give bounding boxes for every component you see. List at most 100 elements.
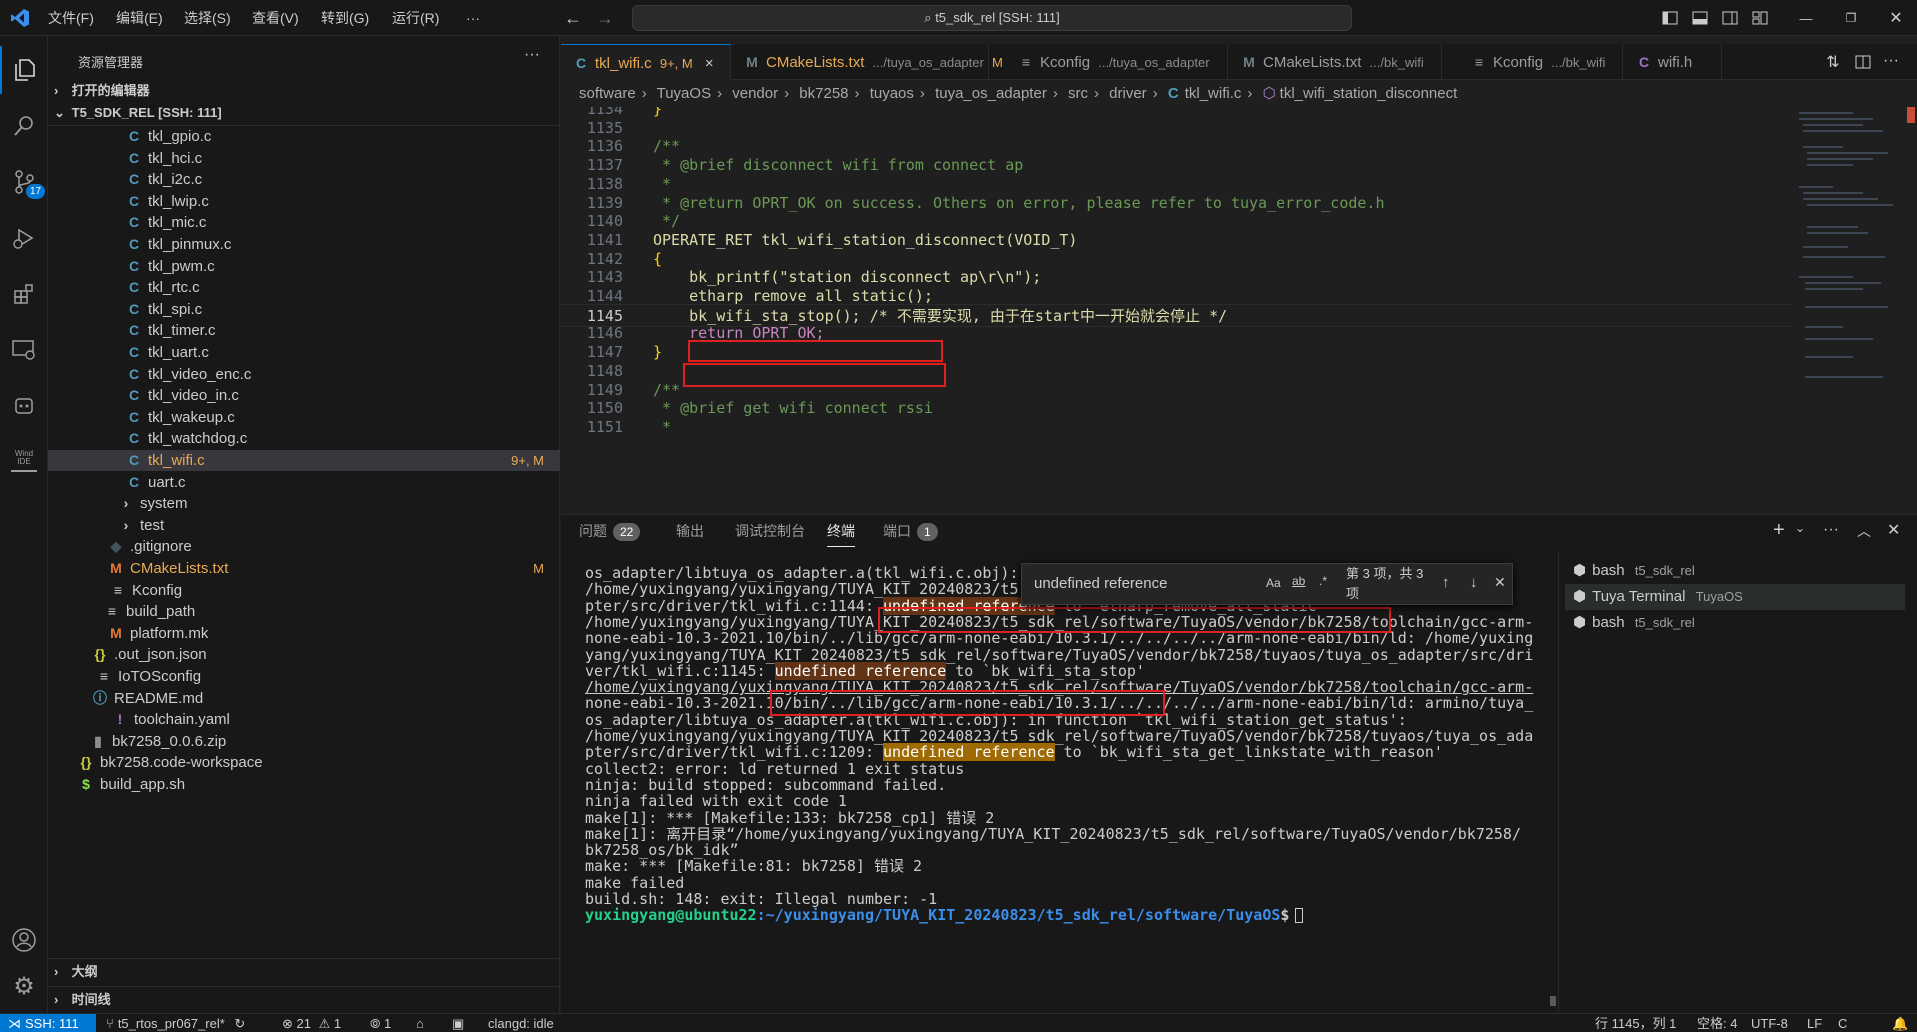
tree-file[interactable]: Ctkl_wifi.c 9+, M: [48, 450, 560, 471]
new-terminal-button[interactable]: +: [1773, 519, 1785, 542]
breadcrumb-item[interactable]: software: [579, 85, 636, 102]
ai-assistant-icon[interactable]: [0, 382, 48, 430]
tree-file[interactable]: Ctkl_mic.c: [48, 212, 560, 233]
tab-cmakelists-adapter[interactable]: M CMakeLists.txt .../tuya_os_adapter M: [732, 44, 1003, 80]
tab-tkl-wifi[interactable]: Ctkl_wifi.c 9+, M ×: [561, 44, 731, 80]
tree-file[interactable]: M CMakeLists.txt M: [48, 558, 560, 579]
breadcrumb-item[interactable]: tuyaos: [870, 85, 914, 102]
language-mode[interactable]: C: [1838, 1014, 1847, 1032]
wind-ide-icon[interactable]: Wind IDE: [0, 438, 48, 486]
tab-kconfig-adapter[interactable]: ≡ Kconfig .../tuya_os_adapter: [990, 44, 1228, 80]
breadcrumb-item[interactable]: bk7258: [799, 85, 848, 102]
forward-arrow-icon[interactable]: →: [595, 8, 615, 28]
remote-indicator[interactable]: ⋊ SSH: 111: [0, 1014, 96, 1032]
menu-file[interactable]: 文件(F): [48, 0, 94, 36]
menu-run[interactable]: 运行(R): [392, 0, 439, 36]
outline-section[interactable]: › 大纲: [48, 958, 560, 984]
sidebar-more-button[interactable]: ···: [524, 46, 540, 64]
toggle-secondary-sidebar-icon[interactable]: [1721, 9, 1739, 27]
tab-debug-console[interactable]: 调试控制台: [735, 515, 805, 547]
command-center[interactable]: ⌕ t5_sdk_rel [SSH: 111]: [632, 5, 1352, 31]
tree-folder[interactable]: › system: [48, 493, 560, 514]
breadcrumb-item[interactable]: tkl_wifi.c: [1185, 85, 1242, 102]
remote-explorer-icon[interactable]: [0, 326, 48, 374]
breadcrumb-item[interactable]: vendor: [732, 85, 778, 102]
menu-go[interactable]: 转到(G): [321, 0, 369, 36]
indentation[interactable]: 空格: 4: [1697, 1014, 1737, 1032]
tree-file[interactable]: Ctkl_pwm.c: [48, 256, 560, 277]
code-editor[interactable]: 1134} 1135 1136/** 1137 * @brief disconnect…: [561, 107, 1917, 513]
restore-icon[interactable]: ❐: [1841, 8, 1861, 28]
close-icon[interactable]: ×: [705, 55, 714, 72]
encoding[interactable]: UTF-8: [1751, 1014, 1788, 1032]
close-panel-icon[interactable]: ✕: [1887, 520, 1900, 540]
extensions-icon[interactable]: [0, 270, 48, 318]
breadcrumb-item[interactable]: tuya_os_adapter: [935, 85, 1047, 102]
tab-cmakelists-bkwifi[interactable]: M CMakeLists.txt .../bk_wifi: [1229, 44, 1442, 80]
run-debug-icon[interactable]: [0, 214, 48, 262]
tree-file[interactable]: {} bk7258.code-workspace: [48, 752, 560, 773]
tree-file[interactable]: Ctkl_gpio.c: [48, 126, 560, 147]
tree-file[interactable]: ▮ bk7258_0.0.6.zip: [48, 731, 560, 752]
branch-indicator[interactable]: ⑂ t5_rtos_pr067_rel* ↻: [106, 1014, 245, 1032]
tree-file[interactable]: Cuart.c: [48, 472, 560, 493]
tree-file[interactable]: Ctkl_wakeup.c: [48, 407, 560, 428]
use-regex-button[interactable]: .*: [1319, 574, 1327, 588]
tree-file[interactable]: Ctkl_lwip.c: [48, 191, 560, 212]
maximize-panel-icon[interactable]: ︿: [1857, 521, 1871, 541]
tree-file[interactable]: Ctkl_uart.c: [48, 342, 560, 363]
home-icon[interactable]: ⌂: [416, 1014, 424, 1032]
split-editor-icon[interactable]: [1853, 52, 1873, 72]
tree-file[interactable]: $ build_app.sh: [48, 774, 560, 795]
tree-file[interactable]: Ctkl_timer.c: [48, 320, 560, 341]
match-case-button[interactable]: Aa: [1266, 576, 1281, 590]
menu-edit[interactable]: 编辑(E): [116, 0, 163, 36]
tree-file[interactable]: ! toolchain.yaml: [48, 709, 560, 730]
panel-more-button[interactable]: ···: [1823, 521, 1839, 539]
tree-file[interactable]: Ctkl_rtc.c: [48, 277, 560, 298]
close-find-icon[interactable]: ✕: [1494, 574, 1506, 591]
editor-more-button[interactable]: ···: [1883, 52, 1899, 70]
menu-more[interactable]: ···: [466, 0, 480, 36]
tree-file[interactable]: ◆ .gitignore: [48, 536, 560, 557]
tree-file[interactable]: Ctkl_watchdog.c: [48, 428, 560, 449]
tree-file[interactable]: Ctkl_i2c.c: [48, 169, 560, 190]
notifications-bell-icon[interactable]: 🔔: [1892, 1014, 1908, 1032]
tab-output[interactable]: 输出: [676, 515, 704, 547]
tab-terminal[interactable]: 终端: [827, 515, 855, 547]
minimize-icon[interactable]: —: [1796, 8, 1816, 28]
tree-file[interactable]: Ctkl_hci.c: [48, 148, 560, 169]
breadcrumb-item[interactable]: src: [1068, 85, 1088, 102]
tab-problems[interactable]: 问题 22: [579, 515, 641, 547]
tab-wifi-h[interactable]: Cwifi.h: [1624, 44, 1722, 80]
timeline-section[interactable]: › 时间线: [48, 986, 560, 1012]
ports-indicator[interactable]: ⦾ 1: [370, 1014, 391, 1032]
tree-file[interactable]: Ctkl_spi.c: [48, 299, 560, 320]
match-whole-word-button[interactable]: ab: [1292, 574, 1305, 588]
clangd-status[interactable]: clangd: idle: [488, 1014, 554, 1032]
explorer-icon[interactable]: [0, 46, 48, 94]
customize-layout-icon[interactable]: [1751, 9, 1769, 27]
source-control-icon[interactable]: 17: [0, 158, 48, 206]
close-window-icon[interactable]: ✕: [1886, 8, 1906, 28]
end-of-line[interactable]: LF: [1807, 1014, 1822, 1032]
previous-match-icon[interactable]: ↑: [1442, 574, 1450, 591]
tree-file[interactable]: Ctkl_video_enc.c: [48, 364, 560, 385]
terminal-scrollbar[interactable]: [1548, 555, 1558, 1010]
breadcrumb-item[interactable]: TuyaOS: [657, 85, 711, 102]
terminal-icon[interactable]: ▣: [452, 1014, 464, 1032]
breadcrumb-item[interactable]: tkl_wifi_station_disconnect: [1280, 85, 1458, 102]
settings-gear-icon[interactable]: ⚙: [0, 962, 48, 1010]
tree-file[interactable]: Ctkl_video_in.c: [48, 385, 560, 406]
editor-scrollbar[interactable]: [1903, 107, 1917, 513]
terminal-item-bash-2[interactable]: ⬢ bash t5_sdk_rel: [1565, 610, 1905, 636]
tab-ports[interactable]: 端口 1: [883, 515, 938, 547]
tree-folder[interactable]: › test: [48, 515, 560, 536]
search-icon[interactable]: [0, 102, 48, 150]
account-icon[interactable]: [0, 916, 48, 964]
tree-file[interactable]: {} .out_json.json: [48, 644, 560, 665]
tree-file[interactable]: ⓘ README.md: [48, 688, 560, 709]
workspace-root-section[interactable]: ⌄ T5_SDK_REL [SSH: 111]: [48, 100, 560, 126]
back-arrow-icon[interactable]: ←: [563, 8, 583, 28]
tree-file[interactable]: ≡ Kconfig: [48, 580, 560, 601]
